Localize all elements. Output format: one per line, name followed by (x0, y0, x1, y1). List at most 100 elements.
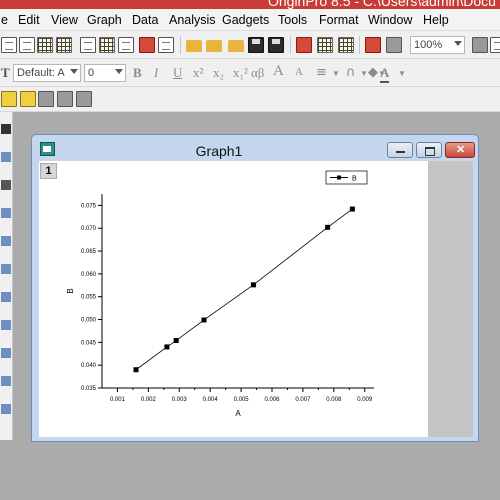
toolbar-separator (180, 36, 181, 54)
x-axis-label: A (235, 409, 241, 418)
chevron-down-icon[interactable]: ▼ (332, 69, 340, 78)
mask-icon[interactable] (38, 91, 54, 107)
new-workbook-icon[interactable] (37, 37, 53, 53)
line-tool-icon[interactable] (1, 376, 11, 386)
new-graph-icon[interactable] (80, 37, 96, 53)
menu-window[interactable]: Window (368, 13, 412, 27)
y-tick-label: 0.035 (81, 386, 97, 392)
open-excel-icon[interactable] (228, 40, 244, 52)
plot-area[interactable]: 0.001 0.002 0.003 0.004 0.005 0.006 0.007 0.008… (39, 161, 428, 437)
menu-bar: e Edit View Graph Data Analysis Gadgets … (0, 9, 500, 31)
new-notes-icon[interactable] (158, 37, 174, 53)
menu-edit[interactable]: Edit (18, 13, 40, 27)
format-toolbar: T Default: A 0 B I U x² x₂ x₁² αβ A A ≡ … (0, 59, 500, 87)
rectangle-tool-icon[interactable] (1, 404, 11, 414)
unmask-icon[interactable] (57, 91, 73, 107)
x-tick-label: 0.007 (295, 397, 311, 403)
import-ascii-icon[interactable] (317, 37, 333, 53)
menu-graph[interactable]: Graph (87, 13, 122, 27)
open-icon[interactable] (186, 40, 202, 52)
new-function-icon[interactable] (118, 37, 134, 53)
legend-label: B (352, 176, 357, 183)
minimize-button[interactable] (387, 142, 413, 158)
copy-page-icon[interactable] (490, 37, 500, 53)
menu-gadgets[interactable]: Gadgets (222, 13, 269, 27)
graph-canvas: 1 0.001 0.002 0.003 0.004 0.005 0.006 0.007 0.0… (39, 161, 473, 437)
menu-data[interactable]: Data (132, 13, 158, 27)
left-tools-bar (0, 112, 13, 440)
draw-data-icon[interactable] (1, 292, 11, 302)
y-tick-label: 0.060 (81, 272, 97, 278)
mask-tool-icon[interactable] (1, 264, 11, 274)
font-color-icon[interactable]: A (380, 65, 390, 83)
y-tick-label: 0.070 (81, 226, 97, 232)
app-title: OriginPro 8.5 - C:\Users\admin\Docu (268, 0, 496, 9)
chevron-down-icon[interactable]: ▼ (360, 69, 368, 78)
duplicate-icon[interactable] (365, 37, 381, 53)
save-template-icon[interactable] (268, 37, 284, 53)
open-template-icon[interactable] (206, 40, 222, 52)
menu-format[interactable]: Format (319, 13, 359, 27)
fill-color-icon[interactable]: ◆ (368, 65, 378, 80)
font-select[interactable]: Default: A (13, 64, 81, 82)
new-matrix-icon[interactable] (99, 37, 115, 53)
y-tick-label: 0.065 (81, 249, 97, 255)
underline-button[interactable]: U (173, 65, 182, 81)
data-point (325, 224, 331, 230)
text-tool-icon[interactable]: T (1, 65, 10, 81)
data-point (133, 367, 139, 373)
menu-tools[interactable]: Tools (278, 13, 307, 27)
new-layout-icon[interactable] (139, 37, 155, 53)
arrow-tool-icon[interactable] (1, 348, 11, 358)
menu-analysis[interactable]: Analysis (169, 13, 216, 27)
x-tick-label: 0.004 (203, 397, 219, 403)
align-icon[interactable]: ≡ (316, 65, 327, 80)
subscript-button[interactable]: x₂ (213, 65, 224, 81)
new-excel-icon[interactable] (56, 37, 72, 53)
standard-toolbar: 100% (0, 31, 500, 59)
import-wizard-icon[interactable] (296, 37, 312, 53)
bold-button[interactable]: B (133, 65, 142, 81)
data-point (349, 206, 355, 212)
decrease-font-button[interactable]: A (295, 66, 303, 78)
print-icon[interactable] (472, 37, 488, 53)
data-reader-icon[interactable] (1, 180, 11, 190)
font-value: Default: A (17, 67, 65, 79)
chevron-down-icon[interactable]: ▼ (398, 69, 406, 78)
annotate-icon[interactable] (20, 91, 36, 107)
new-folder-icon[interactable] (19, 37, 35, 53)
x-tick-label: 0.002 (141, 397, 157, 403)
menu-help[interactable]: Help (423, 13, 449, 27)
greek-button[interactable]: αβ (251, 65, 264, 81)
close-button[interactable] (445, 142, 475, 158)
text-tool-icon[interactable] (1, 320, 11, 330)
pattern-icon[interactable]: ∩ (346, 65, 356, 80)
recalculate-icon[interactable] (386, 37, 402, 53)
graph-window[interactable]: Graph1 1 0.0010.0020.0030.0040.0050.0060… (31, 134, 479, 442)
data-point (250, 282, 256, 288)
increase-font-button[interactable]: A (273, 63, 284, 80)
data-selector-icon[interactable] (1, 236, 11, 246)
region-icon[interactable] (1, 208, 11, 218)
italic-button[interactable]: I (154, 65, 158, 81)
maximize-button[interactable] (416, 142, 442, 158)
tools-toolbar (0, 87, 500, 112)
x-tick-label: 0.005 (234, 397, 250, 403)
hide-icon[interactable] (76, 91, 92, 107)
zoom-icon[interactable] (1, 152, 11, 162)
new-project-icon[interactable] (1, 37, 17, 53)
graph-window-title: Graph1 (195, 143, 243, 159)
save-project-icon[interactable] (248, 37, 264, 53)
brush-icon[interactable] (1, 91, 17, 107)
graph-page[interactable]: 1 0.001 0.002 0.003 0.004 0.005 0.006 0.007 0.0… (39, 161, 428, 437)
supersubscript-button[interactable]: x₁² (233, 65, 248, 81)
x-tick-label: 0.009 (357, 397, 373, 403)
menu-view[interactable]: View (51, 13, 78, 27)
menu-file[interactable]: e (1, 13, 8, 27)
zoom-select[interactable]: 100% (410, 36, 465, 54)
y-tick-label: 0.050 (81, 318, 97, 324)
import-multiple-icon[interactable] (338, 37, 354, 53)
superscript-button[interactable]: x² (193, 65, 203, 81)
font-size-select[interactable]: 0 (84, 64, 126, 82)
pointer-icon[interactable] (1, 124, 11, 134)
